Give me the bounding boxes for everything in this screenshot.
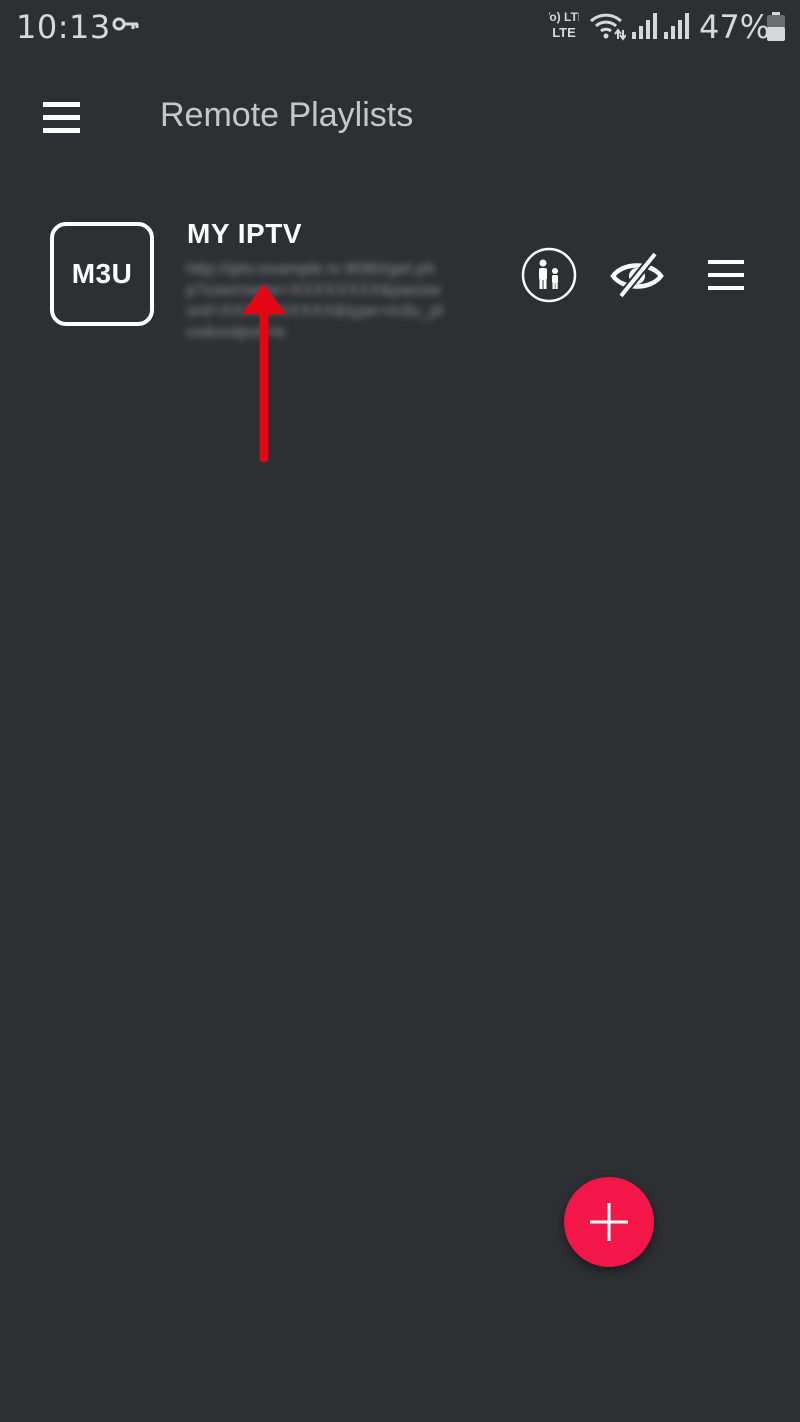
key-icon: [112, 17, 139, 31]
signal-icon: [632, 13, 657, 39]
menu-icon[interactable]: [706, 256, 746, 294]
m3u-logo: M3U: [50, 222, 154, 326]
status-time: 10:13: [16, 8, 111, 46]
wifi-icon: [589, 13, 626, 41]
plus-icon: [590, 1203, 628, 1241]
playlist-name: MY IPTV: [187, 218, 303, 249]
volte-icon: Vo) LTE LTE: [549, 10, 579, 40]
parental-control-icon[interactable]: [521, 247, 577, 303]
arrow-up-icon: [242, 284, 286, 463]
screen: 10:13 Vo) LTE LTE: [0, 0, 800, 1422]
hamburger-icon[interactable]: [40, 98, 84, 138]
page-title: Remote Playlists: [160, 96, 414, 134]
battery-icon: [767, 12, 785, 41]
app-bar: Remote Playlists: [0, 64, 800, 170]
svg-text:LTE: LTE: [552, 25, 576, 40]
status-bar: 10:13 Vo) LTE LTE: [0, 0, 800, 54]
svg-text:Vo) LTE: Vo) LTE: [549, 10, 579, 24]
playlist-url: http://iptv.example.tv:8080/get.php?user…: [186, 259, 444, 341]
add-playlist-button[interactable]: [564, 1177, 654, 1267]
battery-percent: 47%: [699, 8, 771, 46]
eye-off-icon[interactable]: [609, 250, 665, 300]
playlist-item[interactable]: M3U MY IPTV http://iptv.example.tv:8080/…: [0, 206, 800, 346]
signal-icon: [664, 13, 689, 39]
